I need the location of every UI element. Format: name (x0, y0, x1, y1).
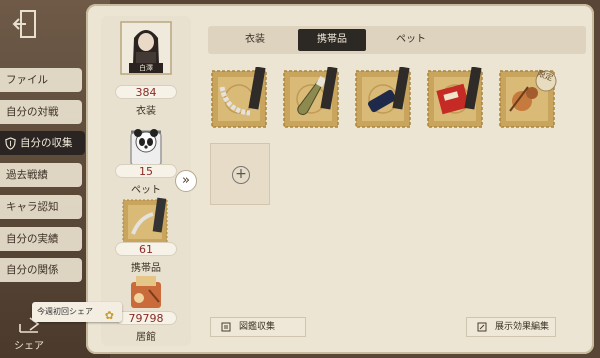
sidebar-item-my-collection[interactable]: 自分の収集 (0, 131, 85, 155)
add-item-slot[interactable]: + (210, 143, 270, 205)
edit-display-effect-button[interactable]: 展示効果編集 (466, 317, 556, 337)
sidebar-item-my-matches[interactable]: 自分の対戦 (0, 100, 82, 124)
sidebar-item-my-relations[interactable]: 自分の関係 (0, 258, 82, 282)
double-chevron-right-icon: » (182, 173, 190, 188)
encyclopedia-collection-label: 図鑑収集 (239, 322, 276, 332)
plus-icon: + (232, 166, 250, 184)
accessory-count: 61 (115, 242, 177, 256)
item-stamp-phone[interactable] (354, 67, 414, 129)
tab-pet[interactable]: ペット (384, 29, 438, 51)
sidebar-item-past-records[interactable]: 過去戦績 (0, 163, 82, 187)
sidebar-item-file[interactable]: ファイル (0, 68, 82, 92)
share-button[interactable]: シェア (6, 316, 52, 356)
exit-icon[interactable] (12, 8, 42, 40)
share-tip-text: 今週初回シェア (37, 307, 93, 316)
character-name: 白澤 (129, 63, 163, 73)
item-stamp-chain[interactable] (210, 67, 270, 129)
item-stamp-book[interactable] (426, 67, 486, 129)
category-tabs: 衣装 携帯品 ペット (208, 26, 586, 54)
edit-icon (477, 322, 487, 332)
share-label: シェア (14, 341, 44, 352)
hall-count: 79798 (115, 311, 177, 325)
sidebar-item-character-recognition[interactable]: キャラ認知 (0, 195, 82, 219)
shield-icon (5, 136, 16, 150)
encyclopedia-collection-button[interactable]: 図鑑収集 (210, 317, 306, 337)
hall-image[interactable] (119, 272, 173, 316)
item-stamp-champagne[interactable] (282, 67, 342, 129)
tab-costume[interactable]: 衣装 (230, 29, 280, 51)
costume-label: 衣装 (136, 106, 156, 117)
hall-label: 居館 (136, 332, 156, 343)
expand-arrow-button[interactable]: » (175, 170, 197, 192)
pet-count: 15 (115, 164, 177, 178)
costume-count: 384 (115, 85, 177, 99)
edit-display-effect-label: 展示効果編集 (495, 322, 550, 332)
sidebar-item-label: 自分の収集 (20, 137, 73, 149)
sidebar-item-my-achievements[interactable]: 自分の実績 (0, 227, 82, 251)
reward-leaf-icon: ✿ (104, 309, 114, 322)
weekly-share-tooltip[interactable]: 今週初回シェア ✿ (32, 302, 122, 322)
book-icon (221, 322, 231, 332)
tab-accessory[interactable]: 携帯品 (298, 29, 366, 51)
